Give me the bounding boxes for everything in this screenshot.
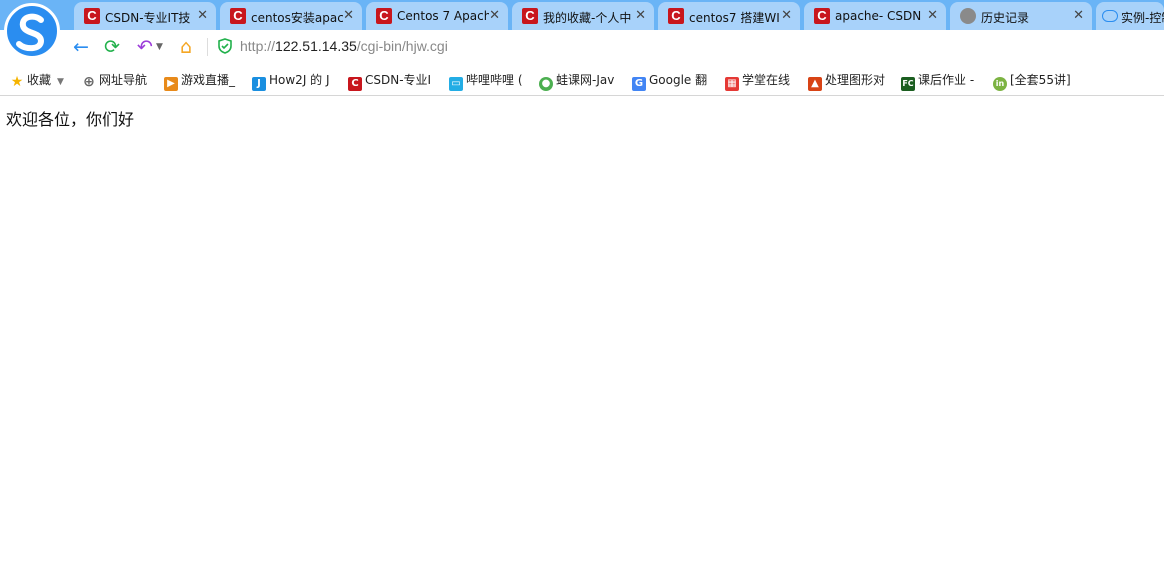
csdn-icon: C — [814, 8, 830, 24]
globe-icon: ⊕ — [83, 74, 95, 90]
close-icon[interactable]: ✕ — [635, 8, 646, 24]
bookmark-item[interactable]: in [全套55讲] — [993, 71, 1071, 91]
csdn-icon: C — [668, 8, 684, 24]
bookmark-favorites[interactable]: ★ 收藏 ▼ — [10, 71, 64, 89]
close-icon[interactable]: ✕ — [197, 8, 208, 24]
tab-title: 历史记录 — [981, 11, 1030, 25]
game-icon: ▶ — [164, 77, 178, 91]
navigation-toolbar: ← ⟳ ↶ ▼ ⌂ http://122.51.14.35/cgi-bin/hj… — [0, 30, 1164, 63]
browser-chrome: C CSDN-专业IT技 ✕ C centos安装apac ✕ C Centos… — [0, 0, 1164, 97]
bookmark-item[interactable]: FC 课后作业 - — [901, 71, 975, 91]
tab-6[interactable]: C apache- CSDN ✕ — [804, 2, 946, 30]
reload-icon[interactable]: ⟳ — [101, 36, 123, 58]
tab-8[interactable]: 实例-控制 — [1096, 2, 1164, 30]
tab-title: 我的收藏-个人中 — [543, 11, 632, 25]
bookmark-label: CSDN-专业I — [365, 73, 432, 87]
csdn-icon: C — [376, 8, 392, 24]
csdn-icon: C — [230, 8, 246, 24]
tab-5[interactable]: C centos7 搭建WI ✕ — [658, 2, 800, 30]
page-body-text: 欢迎各位，你们好 — [6, 110, 135, 129]
bilibili-icon: ▭ — [449, 77, 463, 91]
fc-icon: FC — [901, 77, 915, 91]
tab-3[interactable]: C Centos 7 Apach ✕ — [366, 2, 508, 30]
bookmark-label: 游戏直播_ — [181, 73, 236, 87]
tab-7[interactable]: 历史记录 ✕ — [950, 2, 1092, 30]
tab-title: apache- CSDN — [835, 9, 922, 23]
bookmark-item[interactable]: ▲ 处理图形对 — [808, 71, 886, 91]
tab-1[interactable]: C CSDN-专业IT技 ✕ — [74, 2, 216, 30]
tab-4[interactable]: C 我的收藏-个人中 ✕ — [512, 2, 654, 30]
bookmark-item[interactable]: G Google 翻 — [632, 71, 708, 91]
bookmark-label: 网址导航 — [99, 73, 148, 87]
bookmark-label: 收藏 — [27, 73, 52, 87]
bookmark-item[interactable]: ▦ 学堂在线 — [725, 71, 791, 91]
bookmark-label: 课后作业 - — [918, 73, 975, 87]
clock-icon — [960, 8, 976, 24]
tab-title: CSDN-专业IT技 — [105, 11, 191, 25]
undo-icon[interactable]: ↶ — [134, 36, 156, 58]
bookmark-item[interactable]: ⊕ 网址导航 — [82, 71, 147, 89]
bookmark-item[interactable]: J How2J 的 J — [252, 71, 330, 91]
close-icon[interactable]: ✕ — [927, 8, 938, 24]
bookmark-label: 哔哩哔哩 ( — [466, 73, 523, 87]
back-arrow-icon[interactable]: ← — [70, 36, 92, 58]
bookmark-label: How2J 的 J — [269, 73, 330, 87]
tab-title: centos7 搭建WI — [689, 11, 780, 25]
bookmark-label: Google 翻 — [649, 73, 708, 87]
csdn-icon: C — [522, 8, 538, 24]
tab-2[interactable]: C centos安装apac ✕ — [220, 2, 362, 30]
close-icon[interactable]: ✕ — [781, 8, 792, 24]
url-path: /cgi-bin/hjw.cgi — [356, 38, 448, 54]
bookmark-item[interactable]: C CSDN-专业I — [348, 71, 432, 91]
secure-shield-icon[interactable] — [217, 38, 233, 54]
csdn-icon: C — [84, 8, 100, 24]
bookmark-item[interactable]: ● 蛙课网-Jav — [539, 71, 615, 91]
how2j-icon: J — [252, 77, 266, 91]
bookmark-label: 蛙课网-Jav — [556, 73, 615, 87]
star-icon: ★ — [10, 74, 24, 90]
toolbar-divider — [207, 38, 208, 56]
matlab-icon: ▲ — [808, 77, 822, 91]
close-icon[interactable]: ✕ — [1073, 8, 1084, 24]
bookmark-label: 学堂在线 — [742, 73, 791, 87]
browser-logo-icon[interactable] — [4, 3, 60, 59]
close-icon[interactable]: ✕ — [489, 8, 500, 24]
xuetang-icon: ▦ — [725, 77, 739, 91]
chevron-down-icon[interactable]: ▼ — [156, 42, 163, 52]
address-bar[interactable]: http://122.51.14.35/cgi-bin/hjw.cgi — [240, 38, 448, 54]
bookmark-label: 处理图形对 — [825, 73, 886, 87]
in-icon: in — [993, 77, 1007, 91]
chevron-down-icon: ▼ — [57, 77, 64, 87]
csdn-icon: C — [348, 77, 362, 91]
url-scheme: http:// — [240, 38, 276, 54]
tab-title: 实例-控制 — [1121, 11, 1164, 25]
bookmark-item[interactable]: ▶ 游戏直播_ — [164, 71, 236, 91]
tab-strip: C CSDN-专业IT技 ✕ C centos安装apac ✕ C Centos… — [0, 0, 1164, 30]
cloud-icon — [1102, 10, 1118, 22]
bookmarks-bar: ★ 收藏 ▼ ⊕ 网址导航 ▶ 游戏直播_ J How2J 的 J C CSDN-专业I ▭… — [0, 63, 1164, 96]
frog-icon: ● — [539, 77, 553, 91]
tab-title: Centos 7 Apach — [397, 9, 489, 23]
url-host: 122.51.14.35 — [275, 38, 357, 54]
bookmark-label: [全套55讲] — [1010, 73, 1071, 87]
close-icon[interactable]: ✕ — [343, 8, 354, 24]
tab-title: centos安装apac — [251, 11, 343, 25]
bookmark-item[interactable]: ▭ 哔哩哔哩 ( — [449, 71, 523, 91]
home-icon[interactable]: ⌂ — [175, 36, 197, 58]
translate-icon: G — [632, 77, 646, 91]
